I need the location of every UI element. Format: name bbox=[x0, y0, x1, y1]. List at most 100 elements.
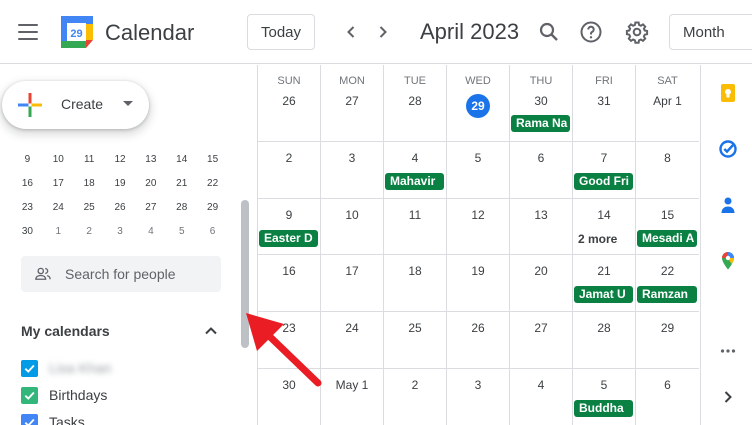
day-number[interactable]: 6 bbox=[510, 151, 572, 165]
event-chip[interactable]: Buddha bbox=[574, 400, 633, 417]
day-cell[interactable]: 2 bbox=[258, 142, 321, 198]
mini-calendar-day[interactable]: 21 bbox=[166, 178, 197, 189]
day-number[interactable]: 5 bbox=[447, 151, 509, 165]
day-number[interactable]: 24 bbox=[321, 321, 383, 335]
mini-calendar-day[interactable]: 1 bbox=[43, 226, 74, 237]
day-cell[interactable]: 18 bbox=[384, 255, 447, 311]
event-chip[interactable]: Mahavir bbox=[385, 173, 444, 190]
day-number[interactable]: 2 bbox=[258, 151, 320, 165]
day-cell[interactable]: 8 bbox=[636, 142, 699, 198]
day-number[interactable]: 15 bbox=[636, 208, 699, 222]
day-number[interactable]: 6 bbox=[636, 378, 699, 392]
day-cell[interactable]: 7 Good Fri bbox=[573, 142, 636, 198]
view-selector[interactable]: Month bbox=[669, 14, 752, 50]
day-number[interactable]: 25 bbox=[384, 321, 446, 335]
day-cell[interactable]: 4 Mahavir bbox=[384, 142, 447, 198]
mini-calendar-day[interactable]: 10 bbox=[43, 154, 74, 165]
day-cell[interactable]: 22 Ramzan bbox=[636, 255, 699, 311]
day-number[interactable]: 12 bbox=[447, 208, 509, 222]
main-menu-icon[interactable] bbox=[18, 24, 38, 40]
calendar-list-item[interactable]: Tasks bbox=[21, 412, 85, 425]
mini-calendar-day[interactable]: 9 bbox=[12, 154, 43, 165]
event-chip[interactable]: Rama Na bbox=[511, 115, 570, 132]
event-chip[interactable]: Mesadi A bbox=[637, 230, 697, 247]
maps-icon[interactable] bbox=[718, 251, 738, 271]
day-number[interactable]: 2 bbox=[384, 378, 446, 392]
day-number[interactable]: 8 bbox=[636, 151, 699, 165]
day-number[interactable]: 7 bbox=[573, 151, 635, 165]
my-calendars-heading[interactable]: My calendars bbox=[21, 323, 110, 339]
day-number[interactable]: 14 bbox=[573, 208, 635, 222]
event-chip[interactable]: Jamat U bbox=[574, 286, 633, 303]
day-cell[interactable]: 30 bbox=[258, 369, 321, 425]
event-chip[interactable]: Easter D bbox=[259, 230, 318, 247]
day-number[interactable]: 27 bbox=[321, 94, 383, 108]
day-cell[interactable]: 5 Buddha bbox=[573, 369, 636, 425]
day-number[interactable]: 30 bbox=[258, 378, 320, 392]
day-number[interactable]: 19 bbox=[447, 264, 509, 278]
day-cell[interactable]: FRI 31 bbox=[573, 65, 636, 141]
mini-calendar-day[interactable]: 15 bbox=[197, 154, 228, 165]
day-cell[interactable]: 21 Jamat U bbox=[573, 255, 636, 311]
calendar-list-item[interactable]: Birthdays bbox=[21, 385, 107, 405]
calendar-list-item[interactable]: Lisa Khan bbox=[21, 358, 111, 378]
mini-calendar-day[interactable]: 19 bbox=[105, 178, 136, 189]
day-cell[interactable]: 25 bbox=[384, 312, 447, 368]
mini-calendar-day[interactable]: 30 bbox=[12, 226, 43, 237]
day-cell[interactable]: 6 bbox=[636, 369, 699, 425]
day-cell[interactable]: 14 2 more bbox=[573, 199, 636, 254]
event-chip[interactable]: Ramzan bbox=[637, 286, 697, 303]
day-number[interactable]: 4 bbox=[510, 378, 572, 392]
day-cell[interactable]: THU 30 Rama Na bbox=[510, 65, 573, 141]
create-button[interactable]: Create bbox=[2, 81, 149, 129]
day-cell[interactable]: 13 bbox=[510, 199, 573, 254]
day-number[interactable]: Apr 1 bbox=[636, 94, 699, 108]
more-options-icon[interactable] bbox=[718, 341, 738, 361]
day-number[interactable]: 30 bbox=[510, 94, 572, 108]
day-cell[interactable]: WED 29 bbox=[447, 65, 510, 141]
mini-calendar-day[interactable]: 25 bbox=[74, 202, 105, 213]
day-number[interactable]: 9 bbox=[258, 208, 320, 222]
contacts-icon[interactable] bbox=[718, 195, 738, 215]
mini-calendar-day[interactable]: 22 bbox=[197, 178, 228, 189]
mini-calendar-day[interactable]: 14 bbox=[166, 154, 197, 165]
keep-icon[interactable] bbox=[718, 83, 738, 103]
next-month-icon[interactable] bbox=[371, 20, 395, 44]
day-number[interactable]: 28 bbox=[573, 321, 635, 335]
day-number[interactable]: 27 bbox=[510, 321, 572, 335]
day-cell[interactable]: 24 bbox=[321, 312, 384, 368]
day-cell[interactable]: 28 bbox=[573, 312, 636, 368]
day-cell[interactable]: 19 bbox=[447, 255, 510, 311]
day-cell[interactable]: 2 bbox=[384, 369, 447, 425]
day-number[interactable]: 26 bbox=[258, 94, 320, 108]
day-cell[interactable]: 4 bbox=[510, 369, 573, 425]
day-cell[interactable]: 9 Easter D bbox=[258, 199, 321, 254]
mini-calendar-day[interactable]: 4 bbox=[135, 226, 166, 237]
day-cell[interactable]: 20 bbox=[510, 255, 573, 311]
day-cell[interactable]: 3 bbox=[447, 369, 510, 425]
day-number[interactable]: 29 bbox=[636, 321, 699, 335]
mini-calendar-day[interactable]: 3 bbox=[105, 226, 136, 237]
checkbox[interactable] bbox=[21, 386, 38, 404]
mini-calendar-day[interactable]: 17 bbox=[43, 178, 74, 189]
day-number[interactable]: 13 bbox=[510, 208, 572, 222]
day-cell[interactable]: SAT Apr 1 bbox=[636, 65, 699, 141]
day-number[interactable]: 26 bbox=[447, 321, 509, 335]
day-cell[interactable]: 23 bbox=[258, 312, 321, 368]
checkbox[interactable] bbox=[21, 359, 38, 377]
day-number[interactable]: 31 bbox=[573, 94, 635, 108]
mini-calendar-day[interactable]: 20 bbox=[135, 178, 166, 189]
day-cell[interactable]: 11 bbox=[384, 199, 447, 254]
day-number[interactable]: 28 bbox=[384, 94, 446, 108]
day-number[interactable]: 4 bbox=[384, 151, 446, 165]
day-cell[interactable]: SUN 26 bbox=[258, 65, 321, 141]
day-cell[interactable]: 6 bbox=[510, 142, 573, 198]
mini-calendar-day[interactable]: 13 bbox=[135, 154, 166, 165]
day-number-today[interactable]: 29 bbox=[447, 94, 509, 118]
expand-panel-icon[interactable] bbox=[718, 387, 738, 407]
search-icon[interactable] bbox=[537, 20, 561, 44]
tasks-icon[interactable] bbox=[718, 139, 738, 159]
mini-calendar-day[interactable]: 24 bbox=[43, 202, 74, 213]
app-title[interactable]: Calendar bbox=[105, 20, 194, 46]
day-number[interactable]: 17 bbox=[321, 264, 383, 278]
